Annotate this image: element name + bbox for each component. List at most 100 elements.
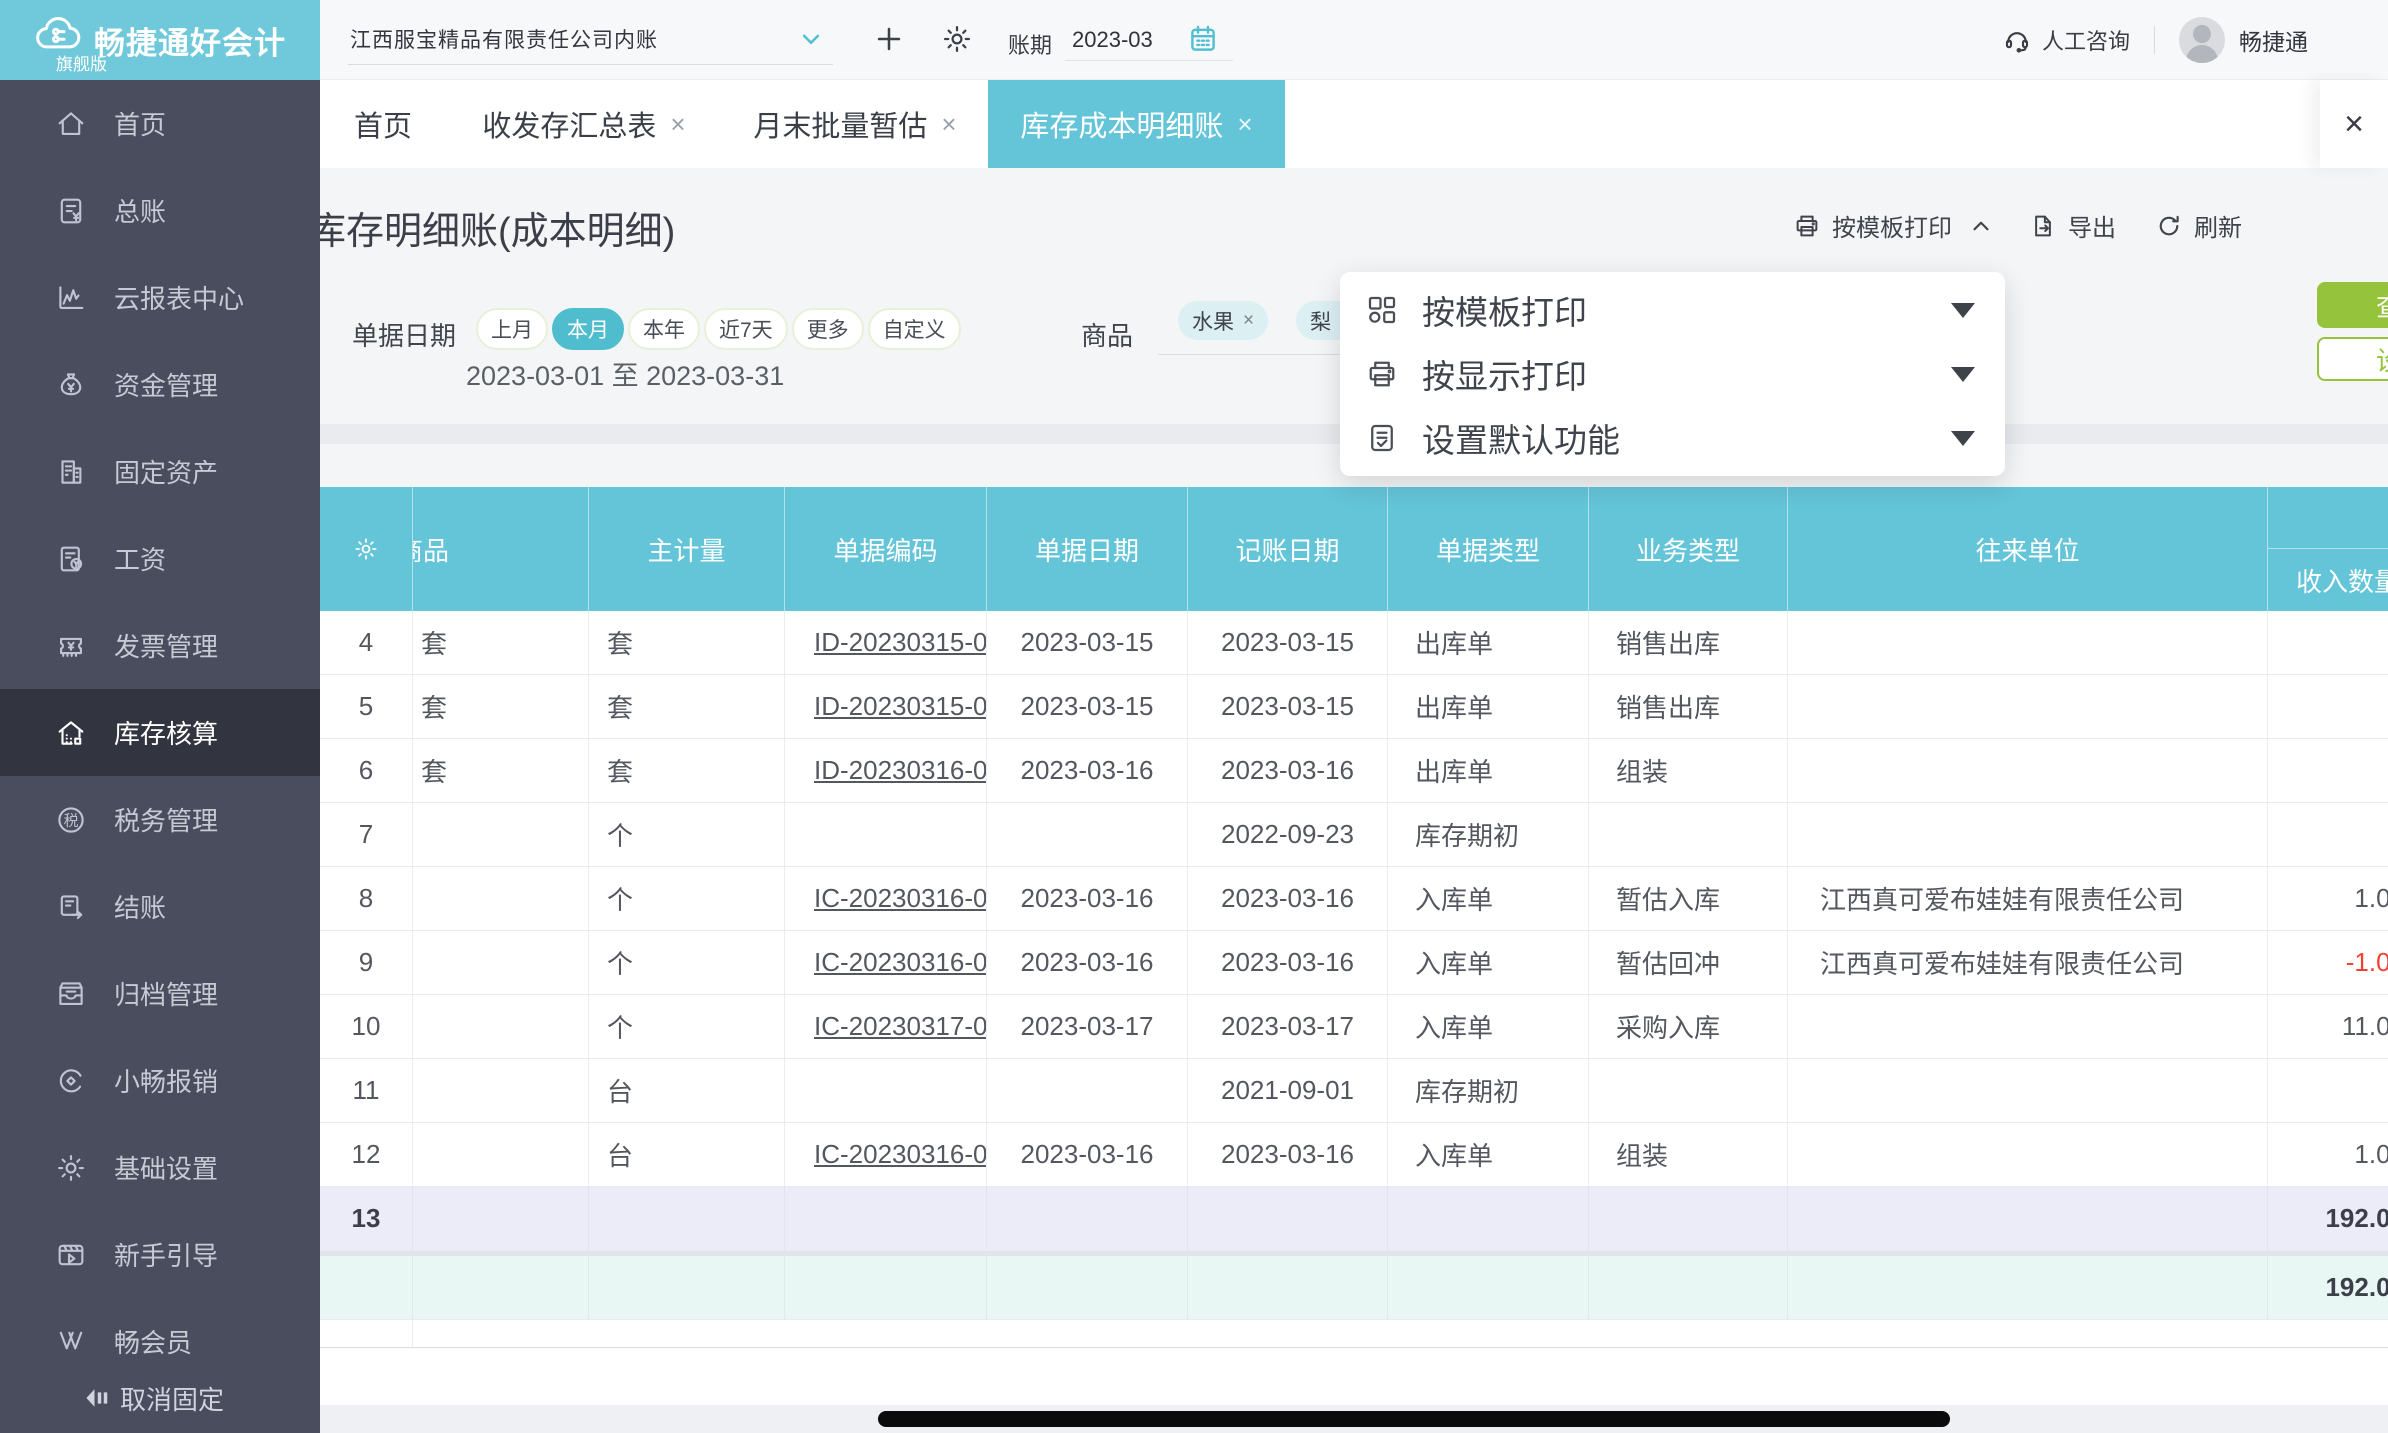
header-doc-date[interactable]: 单据日期 [987, 487, 1188, 611]
tab-1[interactable]: 首页 [320, 80, 446, 168]
closing-icon [54, 890, 88, 924]
cell-qty_in: 192.00 [2325, 1272, 2388, 1302]
setting-button[interactable]: 设置 [2317, 337, 2388, 381]
sidebar-item-settings[interactable]: 基础设置 [0, 1124, 320, 1211]
tab-4[interactable]: 库存成本明细账 × [988, 80, 1285, 168]
support-button[interactable]: 人工咨询 [2002, 24, 2130, 56]
username[interactable]: 畅捷通 [2239, 23, 2308, 57]
sidebar-item-label: 云报表中心 [114, 284, 245, 314]
chevron-down-icon[interactable] [796, 24, 826, 54]
table-row[interactable]: 7 个 2022-09-23 库存期初 [320, 803, 2388, 867]
sidebar-item-reimburse[interactable]: 小畅报销 [0, 1037, 320, 1124]
sidebar-item-guide[interactable]: 新手引导 [0, 1211, 320, 1298]
cell-biz_type: 销售出库 [1589, 611, 1788, 674]
tab-close-icon[interactable]: × [1237, 111, 1252, 137]
chevron-up-icon[interactable] [1968, 213, 1994, 239]
tab-close-icon[interactable]: × [670, 111, 685, 137]
tab-label: 库存成本明细账 [1020, 111, 1224, 143]
date-pill-5[interactable]: 更多 [791, 308, 864, 350]
export-button[interactable]: 导出 [2028, 208, 2116, 243]
sidebar-item-label: 归档管理 [114, 980, 219, 1010]
print-menu-item-2[interactable]: 按显示打印 [1340, 342, 2005, 406]
table-row[interactable]: 5 套套 ID-20230315-0 2023-03-15 2023-03-15 出库单销… [320, 675, 2388, 739]
header-product[interactable]: 商品 [413, 487, 589, 611]
table-total-row[interactable]: 13 192.00 [320, 1187, 2388, 1251]
cell-product: 套 [413, 675, 589, 738]
table-row[interactable]: 11 台 2021-09-01 库存期初 [320, 1059, 2388, 1123]
date-pill-4[interactable]: 近7天 [704, 308, 788, 350]
sidebar-item-report[interactable]: 云报表中心 [0, 254, 320, 341]
cell-book_date: 2023-03-15 [1188, 675, 1388, 738]
header-unit[interactable]: 主计量 [589, 487, 785, 611]
sidebar-item-invoice[interactable]: 发票管理 [0, 602, 320, 689]
header-partner[interactable]: 往来单位 [1788, 487, 2268, 611]
cell-unit: 套 [589, 675, 785, 738]
print-menu-item-3[interactable]: 设置默认功能 [1340, 406, 2005, 470]
header-doc-code[interactable]: 单据编码 [785, 487, 987, 611]
print-menu-item-1[interactable]: 按模板打印 [1340, 278, 2005, 342]
avatar[interactable] [2179, 17, 2225, 63]
sidebar-item-assets[interactable]: 固定资产 [0, 428, 320, 515]
sidebar-item-home[interactable]: 首页 [0, 80, 320, 167]
table-row[interactable]: 4 套套 ID-20230315-0 2023-03-15 2023-03-15 出库单销… [320, 611, 2388, 675]
doc-code-link[interactable]: ID-20230315-0 [814, 627, 986, 658]
sidebar-item-inventory[interactable]: 库存核算 [0, 689, 320, 776]
doc-code-link[interactable]: IC-20230316-0 [814, 1139, 986, 1170]
doc-code-link[interactable]: IC-20230316-0 [814, 947, 986, 978]
date-pill-2[interactable]: 本月 [552, 308, 624, 350]
add-account-icon[interactable] [872, 22, 906, 56]
query-button[interactable]: 查询 [2317, 282, 2388, 328]
sidebar-item-ledger[interactable]: 总账 [0, 167, 320, 254]
cell-book_date: 2023-03-16 [1188, 867, 1388, 930]
sidebar-item-label: 首页 [114, 110, 167, 140]
period-value[interactable]: 2023-03 [1072, 27, 1153, 53]
doc-code-link[interactable]: IC-20230317-0 [814, 1011, 986, 1042]
table-grand-row[interactable]: 192.00 [320, 1256, 2388, 1320]
tab-3[interactable]: 月末批量暂估 × [722, 80, 988, 168]
table-row[interactable]: 10 个 IC-20230317-0 2023-03-17 2023-03-17 入库单采… [320, 995, 2388, 1059]
table-row[interactable]: 12 台 IC-20230316-0 2023-03-16 2023-03-16 入库单组… [320, 1123, 2388, 1187]
sidebar-item-tax[interactable]: 税 税务管理 [0, 776, 320, 863]
cell-doc_date [987, 1187, 1188, 1250]
cell-doc_date: 2023-03-15 [987, 675, 1188, 738]
calendar-icon[interactable] [1186, 22, 1220, 56]
cell-product [413, 1187, 589, 1250]
sidebar-item-closing[interactable]: 结账 [0, 863, 320, 950]
cell-code: IC-20230316-0 [785, 1123, 987, 1186]
product-tag[interactable]: 水果 × [1178, 301, 1269, 340]
printer-icon [1364, 356, 1400, 392]
doc-code-link[interactable]: IC-20230316-0 [814, 883, 986, 914]
tab-close-icon[interactable]: × [941, 111, 956, 137]
doc-code-link[interactable]: ID-20230315-0 [814, 691, 986, 722]
cell-doc_type: 出库单 [1388, 675, 1589, 738]
table-row[interactable]: 6 套套 ID-20230316-0 2023-03-16 2023-03-16 出库单组… [320, 739, 2388, 803]
date-pill-3[interactable]: 本年 [628, 308, 700, 350]
date-pill-6[interactable]: 自定义 [867, 308, 961, 350]
tab-2[interactable]: 收发存汇总表 × [446, 80, 722, 168]
table-row[interactable]: 8 个 IC-20230316-0 2023-03-16 2023-03-16 入库单 暂估… [320, 867, 2388, 931]
date-pill-1[interactable]: 上月 [476, 308, 548, 350]
refresh-button[interactable]: 刷新 [2154, 208, 2242, 243]
print-by-template-button[interactable]: 按模板打印 [1792, 208, 1952, 243]
cell-doc_date: 2023-03-16 [987, 739, 1188, 802]
table-row[interactable]: 9 个 IC-20230316-0 2023-03-16 2023-03-16 入库单 暂估… [320, 931, 2388, 995]
horizontal-scrollbar-thumb[interactable] [878, 1411, 1950, 1427]
print-dropdown-menu: 按模板打印 按显示打印 设置默认功能 [1340, 272, 2005, 476]
sidebar-item-archive[interactable]: 归档管理 [0, 950, 320, 1037]
header-doc-type[interactable]: 单据类型 [1388, 487, 1589, 611]
close-all-tabs-button[interactable]: × [2320, 80, 2388, 168]
doc-code-link[interactable]: ID-20230316-0 [814, 755, 986, 786]
cell-product [413, 931, 589, 994]
company-selector[interactable]: 江西服宝精品有限责任公司内账 [350, 24, 658, 54]
header-biz-type[interactable]: 业务类型 [1589, 487, 1788, 611]
horizontal-scrollbar-track[interactable] [320, 1405, 2388, 1433]
settings-gear-icon[interactable] [940, 22, 974, 56]
sidebar-item-funds[interactable]: 资金管理 [0, 341, 320, 428]
sidebar-item-salary[interactable]: 工资 [0, 515, 320, 602]
header-qty-in[interactable]: 收入数量 [2268, 487, 2388, 611]
tag-remove-icon[interactable]: × [1243, 310, 1254, 332]
divider [2154, 26, 2155, 54]
column-gear-icon[interactable] [352, 535, 380, 563]
unpin-sidebar-button[interactable]: 取消固定 [0, 1372, 320, 1424]
header-book-date[interactable]: 记账日期 [1188, 487, 1388, 611]
